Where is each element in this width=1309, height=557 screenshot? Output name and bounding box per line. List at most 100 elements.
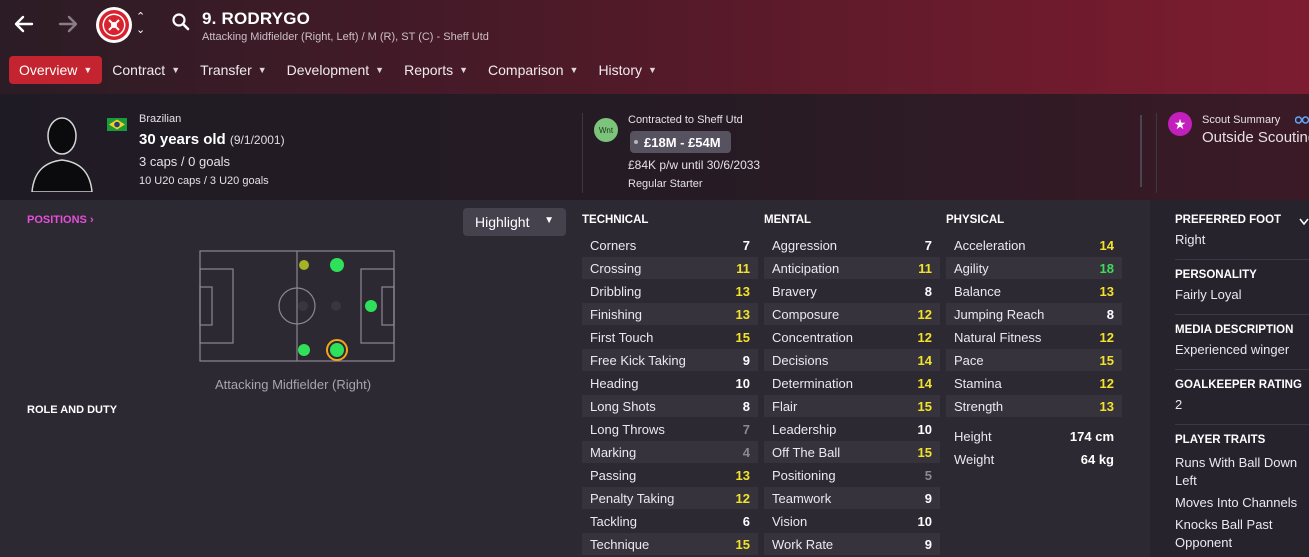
attribute-row[interactable]: Penalty Taking 12	[582, 487, 758, 509]
divider	[582, 113, 583, 193]
position-dot	[330, 343, 344, 357]
attribute-row[interactable]: Off The Ball 15	[764, 441, 940, 463]
attribute-row[interactable]: Vision 10	[764, 510, 940, 532]
trait-item[interactable]: Runs With Ball Down	[1175, 455, 1297, 470]
attribute-row[interactable]: Decisions 14	[764, 349, 940, 371]
attribute-row[interactable]: Work Rate 9	[764, 533, 940, 555]
chevron-down-icon: ▼	[648, 65, 657, 75]
divider	[1175, 369, 1309, 370]
attribute-row[interactable]: Natural Fitness 12	[946, 326, 1122, 348]
player-avatar	[31, 117, 93, 192]
attribute-row[interactable]: Teamwork 9	[764, 487, 940, 509]
media-description-heading: MEDIA DESCRIPTION	[1175, 324, 1294, 336]
attribute-value: 12	[917, 306, 932, 322]
tab-label: Development	[286, 62, 370, 78]
trait-item-continued[interactable]: Left	[1175, 473, 1197, 488]
attribute-row[interactable]: Free Kick Taking 9	[582, 349, 758, 371]
trait-item[interactable]: Knocks Ball Past	[1175, 517, 1273, 532]
attribute-name: Leadership	[772, 421, 837, 437]
attribute-row[interactable]: Crossing 11	[582, 257, 758, 279]
forward-arrow-icon[interactable]	[54, 10, 82, 38]
height-value: 174 cm	[1069, 428, 1114, 444]
attribute-value: 15	[917, 444, 932, 460]
brazil-flag-icon	[107, 118, 127, 131]
attribute-row[interactable]: Tackling 6	[582, 510, 758, 532]
divider	[1175, 424, 1309, 425]
attribute-row[interactable]: Corners 7	[582, 234, 758, 256]
chevron-down-icon[interactable]	[1299, 218, 1309, 226]
attribute-row[interactable]: Acceleration 14	[946, 234, 1122, 256]
attribute-name: Penalty Taking	[590, 490, 675, 506]
attribute-row[interactable]: Strength 13	[946, 395, 1122, 417]
attribute-row[interactable]: First Touch 15	[582, 326, 758, 348]
attribute-row[interactable]: Long Throws 7	[582, 418, 758, 440]
attribute-row[interactable]: Heading 10	[582, 372, 758, 394]
attribute-row[interactable]: Concentration 12	[764, 326, 940, 348]
scroll-divider[interactable]	[1140, 115, 1142, 187]
chevron-down-icon: ▼	[569, 65, 579, 75]
tab-history[interactable]: History ▼	[588, 56, 666, 84]
weight-label: Weight	[954, 451, 995, 467]
attribute-row[interactable]: Jumping Reach 8	[946, 303, 1122, 325]
highlight-dropdown[interactable]: Highlight ▼	[463, 208, 566, 236]
scout-summary-value: Outside Scouting	[1202, 129, 1309, 146]
attribute-value: 5	[924, 467, 932, 483]
attribute-value: 7	[742, 237, 750, 253]
trait-item[interactable]: Moves Into Channels	[1175, 495, 1297, 510]
attribute-row[interactable]: Aggression 7	[764, 234, 940, 256]
back-arrow-icon[interactable]	[10, 10, 38, 38]
attribute-value: 12	[735, 490, 750, 506]
attribute-row[interactable]: Flair 15	[764, 395, 940, 417]
attribute-row[interactable]: Marking 4	[582, 441, 758, 463]
position-dot	[365, 300, 377, 312]
attribute-row[interactable]: Dribbling 13	[582, 280, 758, 302]
attribute-value: 9	[742, 352, 750, 368]
tab-transfer[interactable]: Transfer ▼	[190, 56, 277, 84]
squad-status: Regular Starter	[628, 178, 703, 190]
attribute-value: 10	[735, 375, 750, 391]
attribute-row[interactable]: Pace 15	[946, 349, 1122, 371]
tab-comparison[interactable]: Comparison ▼	[478, 56, 588, 84]
position-dot	[330, 258, 344, 272]
binoculars-icon[interactable]	[1295, 114, 1309, 124]
attribute-row[interactable]: Stamina 12	[946, 372, 1122, 394]
height-row: Height 174 cm	[946, 425, 1122, 447]
search-icon[interactable]	[171, 12, 191, 32]
attribute-row[interactable]: Passing 13	[582, 464, 758, 486]
tab-reports[interactable]: Reports ▼	[394, 56, 478, 84]
attribute-name: Bravery	[772, 283, 817, 299]
attribute-row[interactable]: Bravery 8	[764, 280, 940, 302]
position-dot	[298, 344, 310, 356]
attribute-name: Strength	[954, 398, 1004, 414]
attribute-name: Stamina	[954, 375, 1002, 391]
attribute-row[interactable]: Balance 13	[946, 280, 1122, 302]
physical-heading: PHYSICAL	[946, 214, 1005, 226]
attribute-name: Composure	[772, 306, 840, 322]
attribute-name: Marking	[590, 444, 637, 460]
trait-item-continued[interactable]: Opponent	[1175, 535, 1232, 550]
tab-contract[interactable]: Contract ▼	[102, 56, 190, 84]
attribute-row[interactable]: Technique 15	[582, 533, 758, 555]
attribute-row[interactable]: Long Shots 8	[582, 395, 758, 417]
attribute-row[interactable]: Composure 12	[764, 303, 940, 325]
positions-link[interactable]: POSITIONS ›	[27, 214, 94, 226]
attribute-row[interactable]: Determination 14	[764, 372, 940, 394]
attribute-row[interactable]: Anticipation 11	[764, 257, 940, 279]
attribute-name: Finishing	[590, 306, 643, 322]
club-crest-icon[interactable]	[96, 7, 132, 43]
club-switch-icon[interactable]: ⌃ ⌄	[136, 11, 145, 37]
attribute-row[interactable]: Leadership 10	[764, 418, 940, 440]
attribute-name: Off The Ball	[772, 444, 841, 460]
media-description-value: Experienced winger	[1175, 342, 1290, 357]
attribute-name: Teamwork	[772, 490, 832, 506]
contract-title: Contracted to Sheff Utd	[628, 114, 743, 126]
attribute-row[interactable]: Agility 18	[946, 257, 1122, 279]
attribute-name: Passing	[590, 467, 637, 483]
tab-development[interactable]: Development ▼	[277, 56, 394, 84]
attribute-row[interactable]: Finishing 13	[582, 303, 758, 325]
tab-bar: Overview ▼ Contract ▼ Transfer ▼ Developmen…	[9, 56, 667, 84]
attribute-row[interactable]: Positioning 5	[764, 464, 940, 486]
international-caps: 3 caps / 0 goals	[139, 154, 231, 169]
transfer-value-pill[interactable]: £18M - £54M	[630, 131, 731, 153]
tab-overview[interactable]: Overview ▼	[9, 56, 103, 84]
